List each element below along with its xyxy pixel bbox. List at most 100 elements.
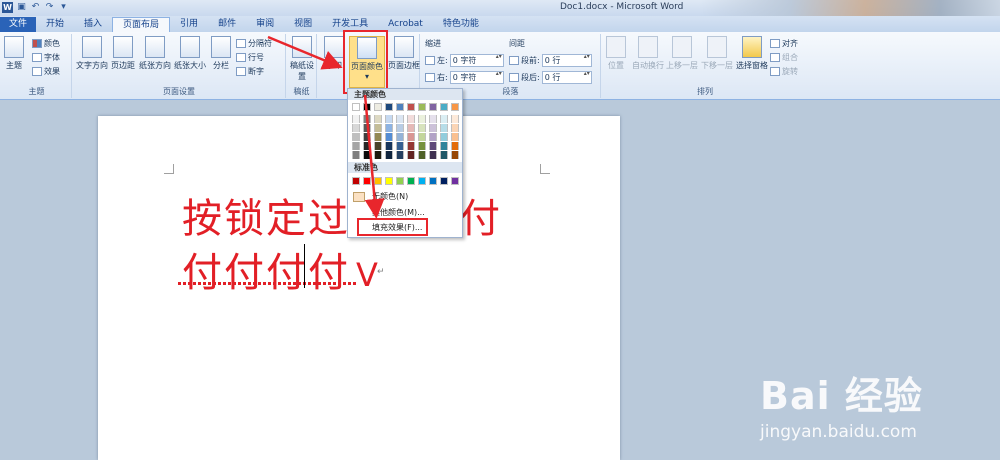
- theme-color-swatch[interactable]: [385, 103, 393, 111]
- send-backward-button[interactable]: 下移一层: [701, 36, 733, 71]
- orientation-button[interactable]: 纸张方向: [139, 36, 171, 71]
- theme-shade-swatch[interactable]: [451, 142, 459, 150]
- theme-shade-swatch[interactable]: [363, 142, 371, 150]
- theme-shade-swatch[interactable]: [440, 115, 448, 123]
- theme-shade-swatch[interactable]: [396, 124, 404, 132]
- theme-shade-swatch[interactable]: [363, 115, 371, 123]
- theme-shade-swatch[interactable]: [363, 124, 371, 132]
- theme-color-swatch[interactable]: [363, 103, 371, 111]
- standard-color-swatch[interactable]: [407, 177, 415, 185]
- theme-color-swatch[interactable]: [396, 103, 404, 111]
- theme-color-swatch[interactable]: [374, 103, 382, 111]
- theme-fonts-button[interactable]: 字体: [32, 52, 60, 63]
- standard-color-swatch[interactable]: [440, 177, 448, 185]
- theme-color-swatch[interactable]: [429, 103, 437, 111]
- spacing-before-input[interactable]: 0 行: [541, 54, 592, 67]
- tab-file[interactable]: 文件: [0, 17, 36, 32]
- indent-right-input[interactable]: 0 字符: [449, 71, 504, 84]
- standard-color-swatch[interactable]: [451, 177, 459, 185]
- theme-shade-swatch[interactable]: [385, 151, 393, 159]
- no-color-item[interactable]: 无颜色(N): [350, 190, 460, 204]
- theme-shade-swatch[interactable]: [352, 115, 360, 123]
- theme-shade-swatch[interactable]: [418, 124, 426, 132]
- save-icon[interactable]: ▣: [16, 2, 27, 13]
- standard-color-swatch[interactable]: [385, 177, 393, 185]
- theme-shade-swatch[interactable]: [418, 142, 426, 150]
- theme-shade-swatch[interactable]: [440, 124, 448, 132]
- columns-button[interactable]: 分栏: [211, 36, 231, 71]
- hyphenation-button[interactable]: 断字: [236, 66, 264, 77]
- theme-shade-swatch[interactable]: [374, 124, 382, 132]
- themes-button[interactable]: 主题: [4, 36, 24, 71]
- theme-shade-swatch[interactable]: [352, 124, 360, 132]
- theme-shade-swatch[interactable]: [363, 151, 371, 159]
- theme-shade-swatch[interactable]: [385, 133, 393, 141]
- position-button[interactable]: 位置: [606, 36, 626, 71]
- standard-color-swatch[interactable]: [363, 177, 371, 185]
- theme-shade-swatch[interactable]: [440, 142, 448, 150]
- theme-shade-swatch[interactable]: [407, 124, 415, 132]
- theme-shade-swatch[interactable]: [451, 124, 459, 132]
- rotate-button[interactable]: 旋转: [770, 66, 798, 77]
- theme-shade-swatch[interactable]: [374, 115, 382, 123]
- standard-color-swatch[interactable]: [352, 177, 360, 185]
- tab-special[interactable]: 特色功能: [433, 17, 489, 32]
- standard-color-swatch[interactable]: [418, 177, 426, 185]
- theme-shade-swatch[interactable]: [407, 151, 415, 159]
- theme-shade-swatch[interactable]: [374, 142, 382, 150]
- manuscript-settings-button[interactable]: 稿纸设置: [290, 36, 314, 82]
- theme-shade-swatch[interactable]: [352, 142, 360, 150]
- tab-view[interactable]: 视图: [284, 17, 322, 32]
- selection-pane-button[interactable]: 选择窗格: [736, 36, 768, 71]
- theme-color-swatch[interactable]: [440, 103, 448, 111]
- theme-shade-swatch[interactable]: [440, 133, 448, 141]
- tab-page-layout[interactable]: 页面布局: [112, 17, 171, 32]
- theme-shade-swatch[interactable]: [451, 115, 459, 123]
- tab-home[interactable]: 开始: [36, 17, 74, 32]
- tab-references[interactable]: 引用: [170, 17, 208, 32]
- margins-button[interactable]: 页边距: [111, 36, 135, 71]
- tab-insert[interactable]: 插入: [74, 17, 112, 32]
- document-text-line-2[interactable]: 付付付付 V: [182, 240, 380, 298]
- theme-color-swatch[interactable]: [352, 103, 360, 111]
- undo-icon[interactable]: ↶: [30, 2, 41, 13]
- spacing-after-input[interactable]: 0 行: [541, 71, 592, 84]
- theme-color-swatch[interactable]: [407, 103, 415, 111]
- line-numbers-button[interactable]: 行号: [236, 52, 264, 63]
- group-button[interactable]: 组合: [770, 52, 798, 63]
- tab-review[interactable]: 审阅: [246, 17, 284, 32]
- wrap-text-button[interactable]: 自动换行: [632, 36, 664, 71]
- customize-qat-icon[interactable]: ▾: [58, 2, 69, 13]
- standard-color-swatch[interactable]: [374, 177, 382, 185]
- theme-shade-swatch[interactable]: [352, 133, 360, 141]
- theme-shade-swatch[interactable]: [396, 115, 404, 123]
- watermark-button[interactable]: 水印: [324, 36, 344, 71]
- theme-colors-button[interactable]: 颜色: [32, 38, 60, 49]
- theme-shade-swatch[interactable]: [385, 124, 393, 132]
- bring-forward-button[interactable]: 上移一层: [666, 36, 698, 71]
- theme-shade-swatch[interactable]: [385, 142, 393, 150]
- theme-shade-swatch[interactable]: [418, 115, 426, 123]
- theme-shade-swatch[interactable]: [396, 151, 404, 159]
- page-borders-button[interactable]: 页面边框: [388, 36, 420, 71]
- theme-shade-swatch[interactable]: [429, 124, 437, 132]
- theme-shade-swatch[interactable]: [418, 151, 426, 159]
- theme-shade-swatch[interactable]: [418, 133, 426, 141]
- standard-color-swatch[interactable]: [429, 177, 437, 185]
- theme-shade-swatch[interactable]: [429, 133, 437, 141]
- theme-shade-swatch[interactable]: [407, 142, 415, 150]
- text-direction-button[interactable]: 文字方向: [76, 36, 108, 71]
- theme-shade-swatch[interactable]: [451, 133, 459, 141]
- align-button[interactable]: 对齐: [770, 38, 798, 49]
- theme-shade-swatch[interactable]: [396, 133, 404, 141]
- theme-shade-swatch[interactable]: [385, 115, 393, 123]
- tab-mailings[interactable]: 邮件: [208, 17, 246, 32]
- theme-shade-swatch[interactable]: [407, 133, 415, 141]
- theme-shade-swatch[interactable]: [440, 151, 448, 159]
- theme-color-swatch[interactable]: [418, 103, 426, 111]
- theme-shade-swatch[interactable]: [374, 133, 382, 141]
- theme-shade-swatch[interactable]: [429, 142, 437, 150]
- redo-icon[interactable]: ↷: [44, 2, 55, 13]
- theme-shade-swatch[interactable]: [374, 151, 382, 159]
- theme-shade-swatch[interactable]: [396, 142, 404, 150]
